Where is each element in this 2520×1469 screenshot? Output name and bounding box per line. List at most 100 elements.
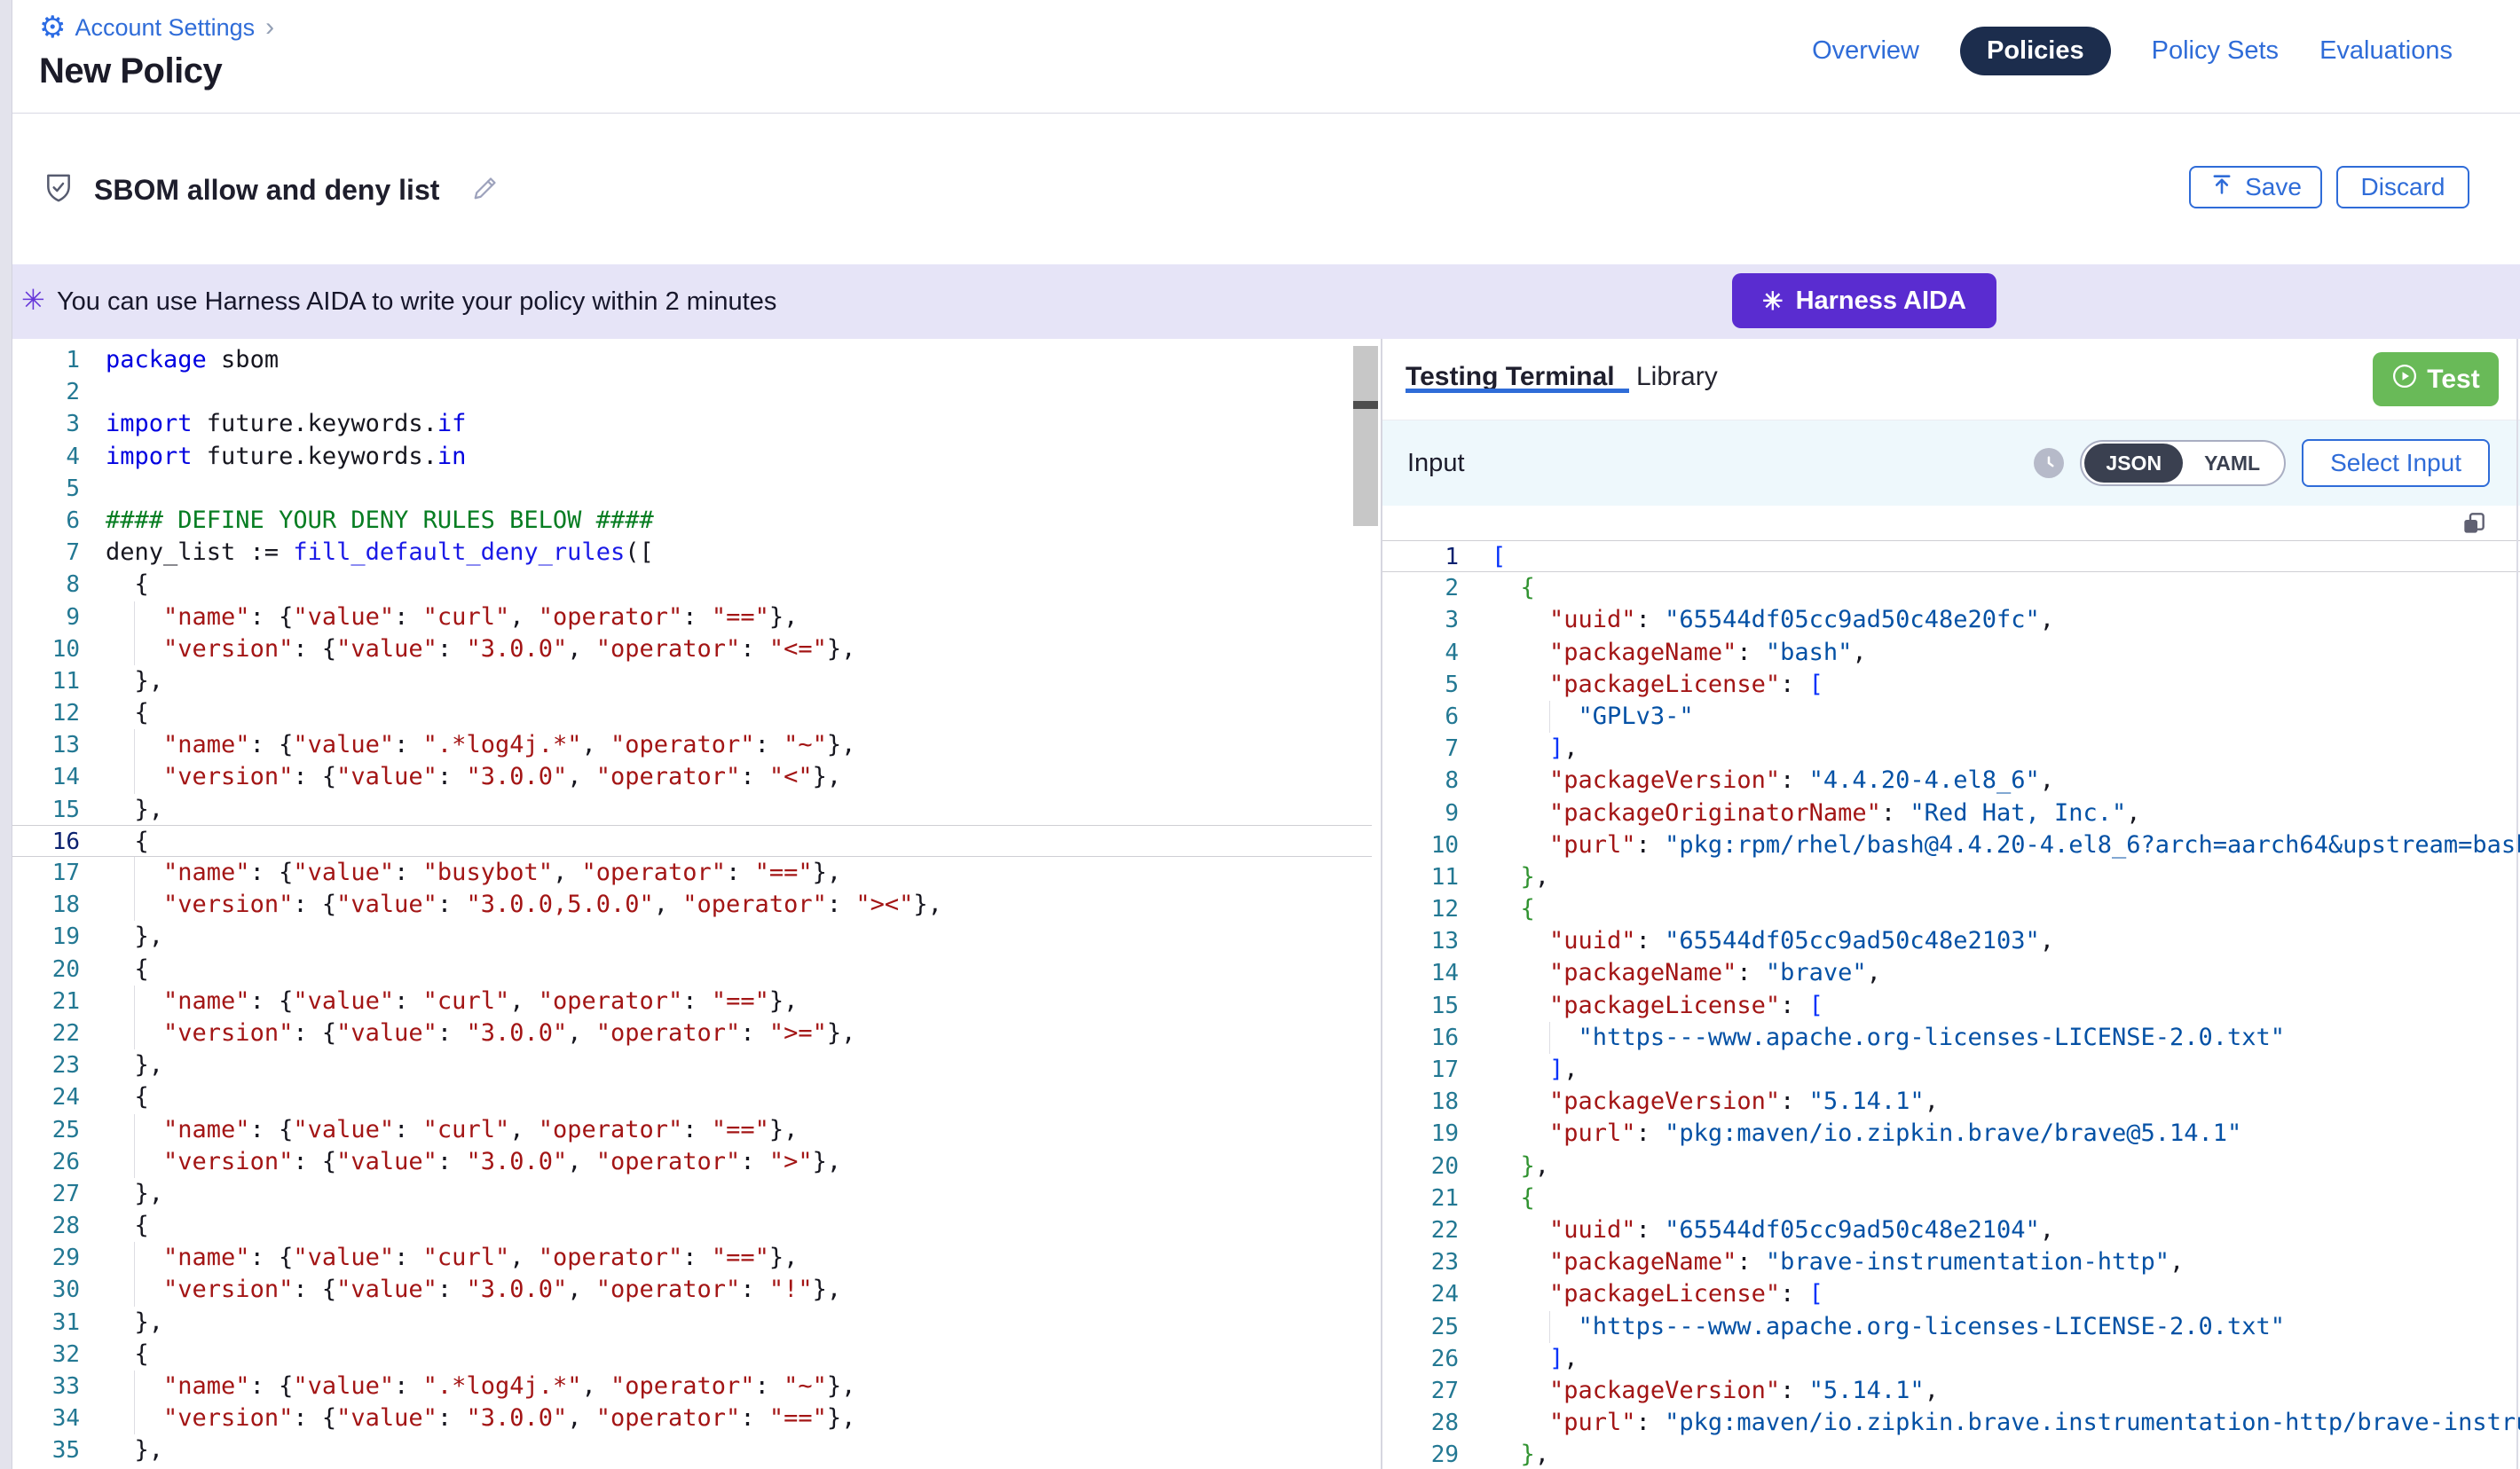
line-number: 8	[1382, 765, 1459, 797]
line-number: 24	[12, 1081, 80, 1113]
line-number: 34	[12, 1402, 80, 1434]
line-number: 11	[12, 665, 80, 697]
copy-icon[interactable]	[2460, 509, 2488, 542]
code-line: 22 "uuid": "65544df05cc9ad50c48e2104",	[1382, 1214, 2520, 1246]
line-number: 3	[12, 408, 80, 440]
tab-testing-terminal[interactable]: Testing Terminal	[1406, 362, 1615, 392]
code-line: 11 },	[1382, 861, 2520, 893]
code-line: 25 "name": {"value": "curl", "operator":…	[12, 1114, 1372, 1146]
code-line: 1[	[1382, 540, 2520, 572]
select-input-button[interactable]: Select Input	[2302, 439, 2490, 487]
line-number: 14	[1382, 957, 1459, 989]
testing-panel: Testing Terminal Library Test Input JSON	[1382, 339, 2520, 1469]
code-line: 10 "version": {"value": "3.0.0", "operat…	[12, 633, 1372, 665]
indent-guide	[134, 889, 135, 921]
policy-title-row: SBOM allow and deny list	[41, 169, 501, 211]
tab-overview[interactable]: Overview	[1812, 36, 1919, 66]
code-line: 12 {	[1382, 893, 2520, 925]
code-line: 14 "version": {"value": "3.0.0", "operat…	[12, 761, 1372, 793]
breadcrumb-account-settings-link[interactable]: Account Settings	[75, 14, 255, 42]
play-icon	[2391, 363, 2418, 397]
line-number: 7	[12, 537, 80, 569]
indent-guide	[134, 986, 135, 1017]
test-button[interactable]: Test	[2373, 352, 2499, 406]
input-label: Input	[1407, 449, 1465, 478]
editor-scrollbar[interactable]	[1353, 346, 1378, 526]
toolbar-actions: Save Discard	[2189, 166, 2469, 208]
code-line: 32 {	[12, 1339, 1372, 1371]
code-line: 26 ],	[1382, 1343, 2520, 1375]
tab-policies[interactable]: Policies	[1960, 27, 2111, 75]
line-number: 17	[1382, 1054, 1459, 1086]
gear-icon: ⚙	[39, 12, 66, 43]
aida-spark-icon: ✳	[1762, 287, 1783, 316]
harness-aida-button[interactable]: ✳ Harness AIDA	[1732, 273, 1996, 328]
line-number: 15	[1382, 990, 1459, 1022]
indent-guide	[1549, 701, 1550, 733]
code-line: 4 "packageName": "bash",	[1382, 637, 2520, 669]
code-line: 17 "name": {"value": "busybot", "operato…	[12, 857, 1372, 889]
active-tab-underline	[1406, 389, 1629, 393]
line-number: 7	[1382, 733, 1459, 765]
line-number: 20	[12, 954, 80, 986]
page-header: ⚙ Account Settings › New Policy Overview…	[12, 0, 2520, 114]
code-line: 13 "uuid": "65544df05cc9ad50c48e2103",	[1382, 925, 2520, 957]
code-line: 7 ],	[1382, 733, 2520, 765]
shield-check-icon	[41, 169, 76, 211]
scrollbar-cursor-marker	[1353, 401, 1378, 409]
discard-button[interactable]: Discard	[2336, 166, 2469, 208]
toggle-yaml[interactable]: YAML	[2183, 444, 2281, 483]
line-number: 17	[12, 857, 80, 889]
tab-evaluations[interactable]: Evaluations	[2319, 36, 2453, 66]
code-line: 9 "name": {"value": "curl", "operator": …	[12, 601, 1372, 633]
policy-code-editor[interactable]: 1package sbom23import future.keywords.if…	[12, 339, 1372, 1469]
line-number: 5	[12, 473, 80, 505]
aida-banner-text: You can use Harness AIDA to write your p…	[57, 287, 776, 317]
code-line: 6#### DEFINE YOUR DENY RULES BELOW ####	[12, 505, 1372, 537]
code-line: 16 "https---www.apache.org-licenses-LICE…	[1382, 1022, 2520, 1054]
line-number: 2	[1382, 572, 1459, 604]
code-line: 18 "version": {"value": "3.0.0,5.0.0", "…	[12, 889, 1372, 921]
line-number: 22	[1382, 1214, 1459, 1246]
code-line: 14 "packageName": "brave",	[1382, 957, 2520, 989]
line-number: 1	[12, 344, 80, 376]
code-line: 26 "version": {"value": "3.0.0", "operat…	[12, 1146, 1372, 1178]
discard-label: Discard	[2361, 173, 2445, 201]
line-number: 20	[1382, 1151, 1459, 1182]
code-line: 18 "packageVersion": "5.14.1",	[1382, 1086, 2520, 1118]
save-button[interactable]: Save	[2189, 166, 2322, 208]
input-json-code: 1[2 {3 "uuid": "65544df05cc9ad50c48e20fc…	[1382, 540, 2520, 1469]
code-line: 2	[12, 376, 1372, 408]
edit-pencil-icon[interactable]	[469, 172, 501, 208]
line-number: 25	[1382, 1311, 1459, 1343]
line-number: 24	[1382, 1278, 1459, 1310]
indent-guide	[1549, 1311, 1550, 1343]
aida-banner: ✳ You can use Harness AIDA to write your…	[12, 264, 2520, 339]
line-number: 21	[12, 986, 80, 1017]
line-number: 23	[12, 1049, 80, 1081]
line-number: 8	[12, 569, 80, 601]
line-number: 18	[1382, 1086, 1459, 1118]
line-number: 2	[12, 376, 80, 408]
code-line: 24 {	[12, 1081, 1372, 1113]
line-number: 27	[1382, 1375, 1459, 1407]
tab-policy-sets[interactable]: Policy Sets	[2152, 36, 2279, 66]
line-number: 13	[1382, 925, 1459, 957]
code-line: 35 },	[12, 1434, 1372, 1466]
policy-toolbar: SBOM allow and deny list Save Discard	[12, 114, 2520, 264]
code-line: 21 {	[1382, 1182, 2520, 1214]
code-line: 8 {	[12, 569, 1372, 601]
code-line: 31 },	[12, 1307, 1372, 1339]
code-line: 23 },	[12, 1049, 1372, 1081]
code-line: 3import future.keywords.if	[12, 408, 1372, 440]
tab-library[interactable]: Library	[1636, 362, 1718, 392]
line-number: 27	[12, 1178, 80, 1210]
code-line: 19 "purl": "pkg:maven/io.zipkin.brave/br…	[1382, 1118, 2520, 1150]
input-json-viewer[interactable]: 1[2 {3 "uuid": "65544df05cc9ad50c48e20fc…	[1382, 506, 2520, 1469]
code-line: 2 {	[1382, 572, 2520, 604]
line-number: 1	[1382, 541, 1459, 571]
history-icon[interactable]	[2034, 448, 2064, 478]
line-number: 9	[1382, 797, 1459, 829]
toggle-json[interactable]: JSON	[2084, 444, 2183, 483]
code-line: 15 },	[12, 794, 1372, 826]
